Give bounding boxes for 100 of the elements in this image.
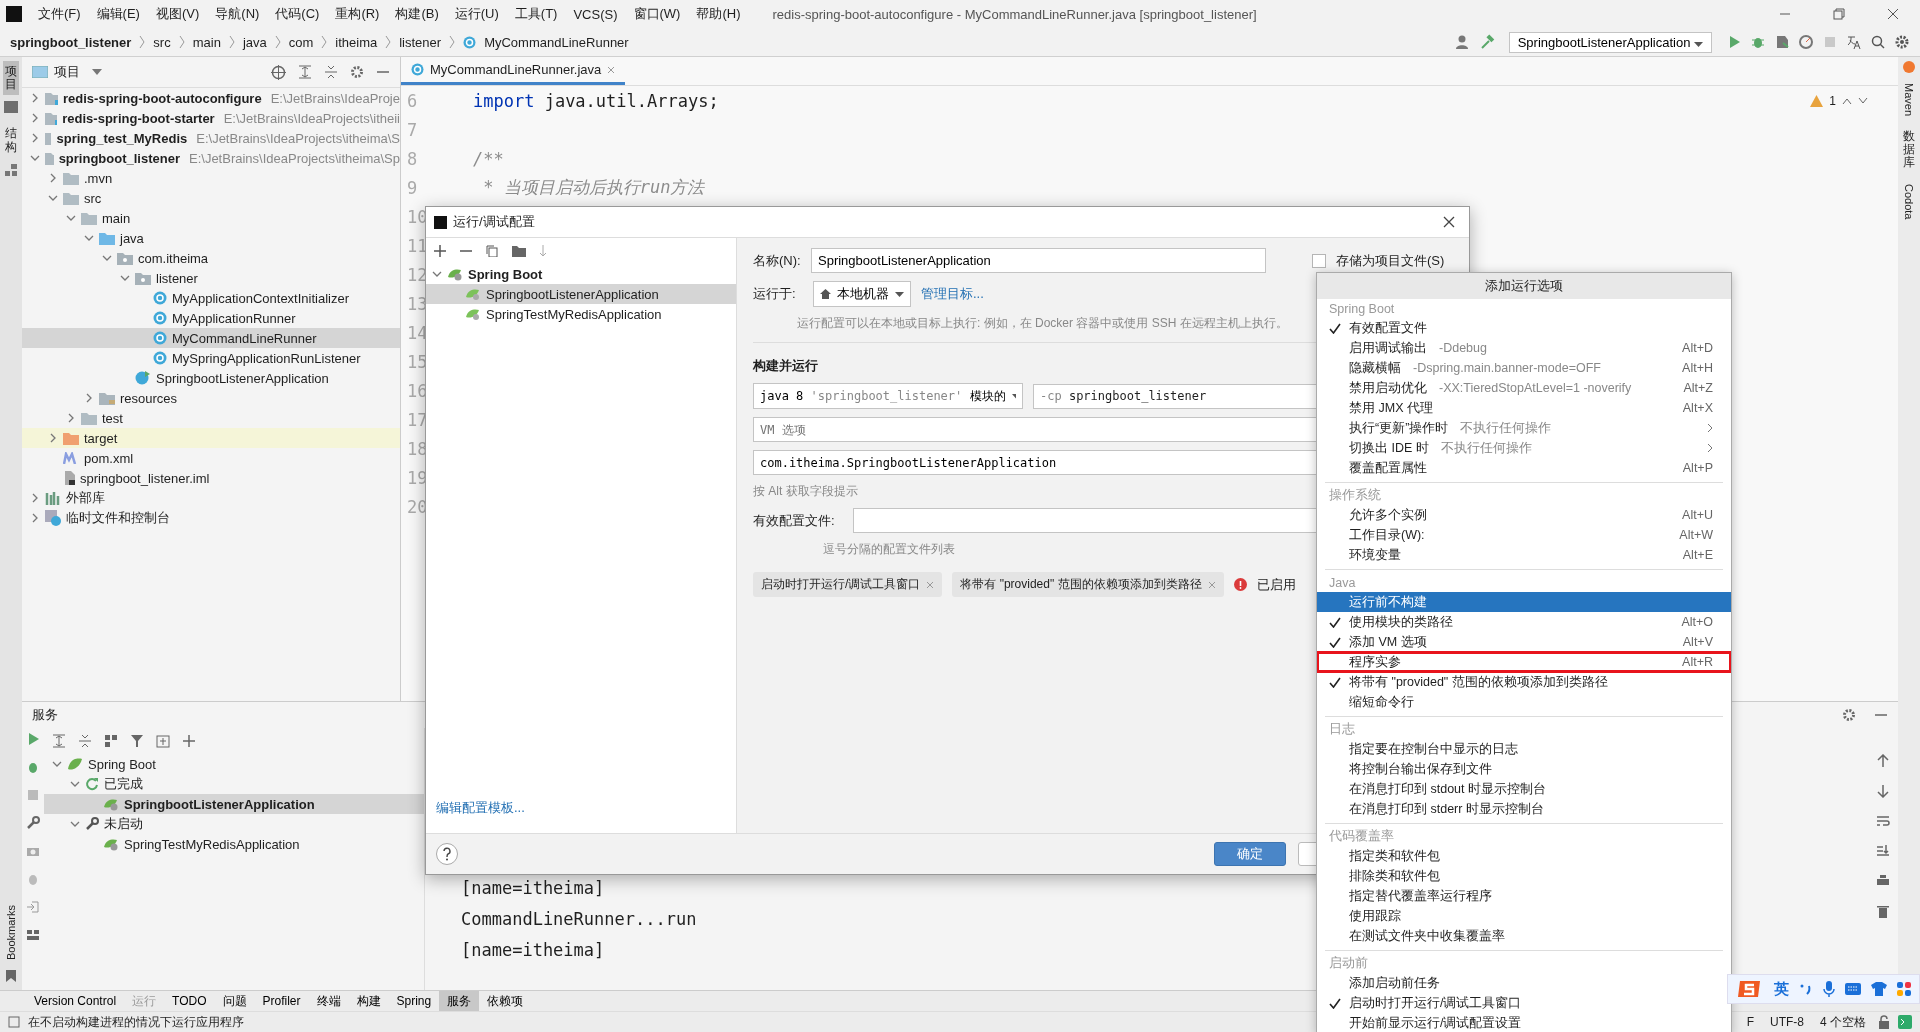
group-header: 日志 bbox=[1328, 721, 1356, 738]
item-label: 启动时打开运行/调试工具窗口 bbox=[1349, 994, 1522, 1012]
tree-item-label: springboot_listener bbox=[58, 150, 180, 166]
item-label: 开始前显示运行/调试配置设置 bbox=[1349, 1014, 1522, 1032]
tree-item-label: com.itheima bbox=[138, 250, 209, 266]
dialog-title: 运行/调试配置 bbox=[453, 213, 535, 231]
code-line: import java.util.Arrays; bbox=[473, 90, 719, 111]
console-line: [name=itheima] bbox=[461, 878, 605, 900]
configuration-label: SpringTestMyRedisApplication bbox=[486, 306, 662, 322]
item-label: 工作目录(W): bbox=[1349, 526, 1425, 544]
item-label: 指定替代覆盖率运行程序 bbox=[1349, 887, 1492, 905]
path-hint: E:\JetBrains\IdeaProjects\itheima\S bbox=[196, 130, 400, 146]
tab-title: MyCommandLineRunner.java bbox=[430, 62, 602, 77]
tree-item-label: listener bbox=[156, 270, 198, 286]
item-label: 启用调试输出 bbox=[1349, 339, 1427, 357]
tree-item-label: main bbox=[102, 210, 131, 226]
tree-item-label: MyApplicationRunner bbox=[172, 310, 296, 326]
status-message: 在不启动构建进程的情况下运行应用程序 bbox=[28, 1013, 244, 1031]
section-title: 构建并运行 bbox=[753, 357, 818, 375]
configuration-label: SpringbootListenerApplication bbox=[486, 286, 659, 302]
path-hint: E:\JetBrains\IdeaProje bbox=[270, 90, 400, 106]
popup-title: 添加运行选项 bbox=[1317, 273, 1731, 299]
shortcut: Alt+D bbox=[1682, 341, 1713, 355]
item-label: 覆盖配置属性 bbox=[1349, 459, 1427, 477]
tree-item-label: target bbox=[84, 430, 118, 446]
item-hint: -Dspring.main.banner-mode=OFF bbox=[1413, 361, 1601, 375]
group-header: 启动前 bbox=[1328, 955, 1369, 972]
item-label: 执行“更新”操作时 bbox=[1349, 419, 1449, 437]
path-hint: E:\JetBrains\IdeaProjects\itheii bbox=[223, 110, 400, 126]
item-label: 添加 VM 选项 bbox=[1349, 633, 1427, 651]
group-header: 操作系统 bbox=[1328, 487, 1382, 504]
tree-item-label: MySpringApplicationRunListener bbox=[172, 350, 361, 366]
group-header: 代码覆盖率 bbox=[1328, 828, 1395, 845]
tree-item-label: springboot_listener.iml bbox=[80, 470, 210, 486]
item-hint: -Ddebug bbox=[1439, 341, 1487, 355]
item-label: 允许多个实例 bbox=[1349, 506, 1427, 524]
tree-item-label: .mvn bbox=[84, 170, 113, 186]
tree-item-label: MyApplicationContextInitializer bbox=[172, 290, 350, 306]
window-title: redis-spring-boot-autoconfigure - MyCommandLineRunner.java [springboot_listener] bbox=[772, 6, 1257, 22]
line-number: 8 bbox=[406, 148, 419, 169]
shortcut: Alt+Z bbox=[1683, 381, 1713, 395]
item-label: 环境变量 bbox=[1349, 546, 1401, 564]
warning-count: 1 bbox=[1829, 94, 1836, 108]
item-label: 添加启动前任务 bbox=[1349, 974, 1440, 992]
item-label: 程序实参 bbox=[1349, 653, 1401, 671]
tree-item-label: 临时文件和控制台 bbox=[66, 509, 170, 527]
item-label: 指定要在控制台中显示的日志 bbox=[1349, 740, 1518, 758]
field-label: 运行于: bbox=[753, 285, 797, 303]
shortcut: Alt+R bbox=[1682, 655, 1713, 669]
shortcut: Alt+P bbox=[1682, 461, 1713, 475]
tree-item-label: resources bbox=[120, 390, 178, 406]
service-label: 未启动 bbox=[104, 815, 143, 833]
item-label: 使用模块的类路径 bbox=[1349, 613, 1453, 631]
path-hint: E:\JetBrains\IdeaProjects\itheima\Sp bbox=[189, 150, 400, 166]
shortcut: Alt+V bbox=[1682, 635, 1713, 649]
help-text: 按 Alt 获取字段提示 bbox=[753, 483, 858, 500]
item-label: 缩短命令行 bbox=[1349, 693, 1414, 711]
service-label: 已完成 bbox=[104, 775, 143, 793]
item-label: 指定类和软件包 bbox=[1349, 847, 1440, 865]
item-label: 在测试文件夹中收集覆盖率 bbox=[1349, 927, 1505, 945]
shortcut: Alt+H bbox=[1682, 361, 1713, 375]
item-hint: 不执行任何操作 bbox=[1460, 419, 1552, 437]
shortcut: Alt+X bbox=[1682, 401, 1713, 415]
panel-title: 服务 bbox=[32, 706, 58, 724]
tree-item-label: redis-spring-boot-starter bbox=[62, 110, 215, 126]
tree-item-label: test bbox=[102, 410, 123, 426]
service-label: Spring Boot bbox=[88, 756, 156, 772]
field-label: 名称(N): bbox=[753, 251, 802, 270]
shortcut: Alt+U bbox=[1682, 508, 1713, 522]
line-number: 6 bbox=[406, 90, 419, 111]
help-text: 运行配置可以在本地或目标上执行: 例如，在 Docker 容器中或使用 SSH 在远程主机上执行。 bbox=[797, 315, 1288, 332]
service-label: SpringbootListenerApplication bbox=[124, 796, 315, 812]
code-line: * 当项目启动后执行run方法 bbox=[482, 176, 705, 199]
line-number: 11 bbox=[406, 235, 429, 256]
field-label: 有效配置文件: bbox=[753, 511, 836, 530]
console-line: [name=itheima] bbox=[461, 940, 605, 962]
tree-item-label: spring_test_MyRedis bbox=[56, 130, 188, 146]
line-number: 17 bbox=[406, 409, 429, 430]
tree-item-label: redis-spring-boot-autoconfigure bbox=[63, 90, 262, 106]
group-header: Spring Boot bbox=[1328, 300, 1396, 318]
warning-text: 已启用 bbox=[1256, 575, 1296, 594]
tree-item-label: pom.xml bbox=[84, 450, 134, 466]
shortcut: Alt+O bbox=[1681, 615, 1713, 629]
console-line: CommandLineRunner...run bbox=[461, 909, 697, 931]
tree-item-label: src bbox=[84, 190, 102, 206]
configuration-label: Spring Boot bbox=[468, 266, 543, 282]
shortcut: Alt+E bbox=[1682, 548, 1713, 562]
shortcut: Alt+W bbox=[1679, 528, 1713, 542]
tree-item-label: SpringbootListenerApplication bbox=[156, 370, 329, 386]
tree-item-label: 外部库 bbox=[66, 489, 105, 507]
item-label: 在消息打印到 stdout 时显示控制台 bbox=[1349, 780, 1546, 798]
line-number: 14 bbox=[406, 322, 429, 343]
code-line: /** bbox=[473, 148, 504, 169]
checkbox-label: 存储为项目文件(S) bbox=[1336, 251, 1445, 270]
item-label: 运行前不构建 bbox=[1349, 593, 1427, 611]
item-label: 排除类和软件包 bbox=[1349, 867, 1440, 885]
item-label: 隐藏横幅 bbox=[1349, 359, 1401, 377]
item-label: 有效配置文件 bbox=[1349, 319, 1427, 337]
tree-item-label: java bbox=[120, 230, 144, 246]
line-number: 9 bbox=[406, 177, 419, 198]
